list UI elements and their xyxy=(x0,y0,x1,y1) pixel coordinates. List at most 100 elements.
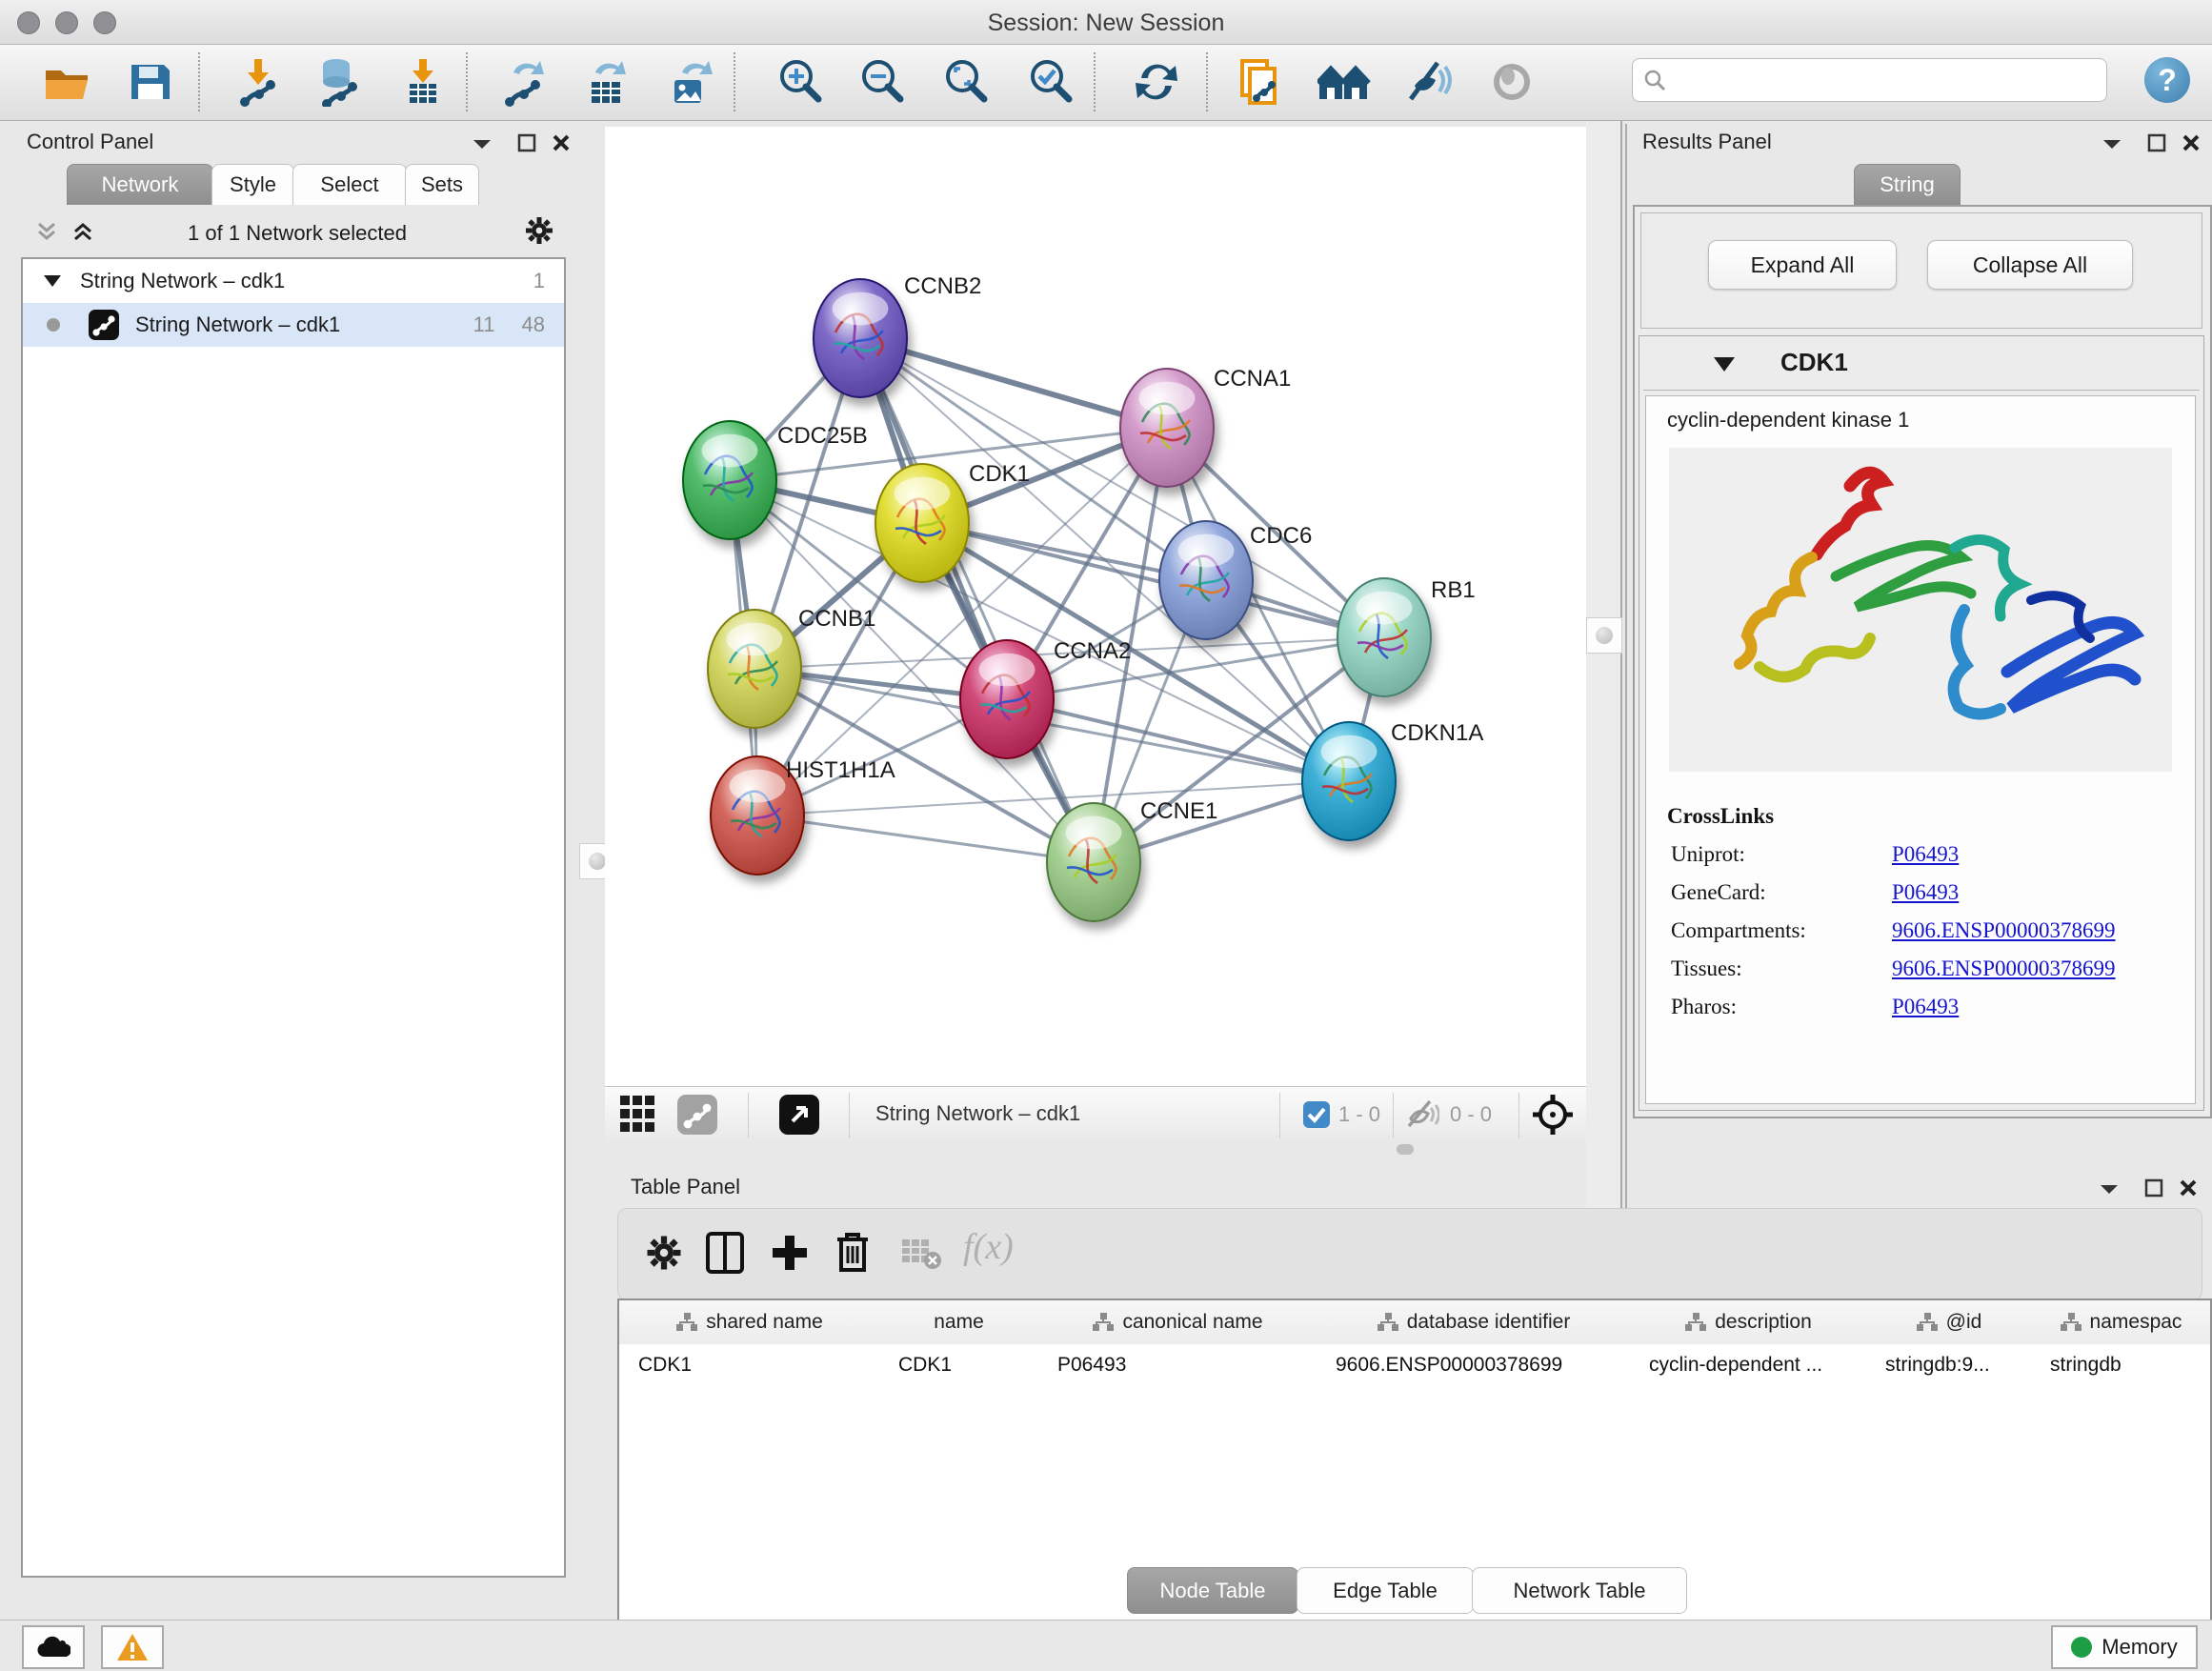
tab-string[interactable]: String xyxy=(1854,164,1961,205)
network-node-CCNB1[interactable] xyxy=(708,610,801,728)
network-node-CDC25B[interactable] xyxy=(683,421,776,539)
help-icon[interactable]: ? xyxy=(2144,57,2190,103)
tab-sets[interactable]: Sets xyxy=(405,164,479,205)
network-canvas[interactable]: CCNB2CCNA1CDC25BCDK1CDC6RB1CCNB1CCNA2CDK… xyxy=(605,127,1586,1086)
table-cell[interactable]: 9606.ENSP00000378699 xyxy=(1317,1344,1630,1386)
network-node-CCNA1[interactable] xyxy=(1120,369,1214,487)
network-node-CDC6[interactable] xyxy=(1159,521,1253,639)
table-cell[interactable]: cyclin-dependent ... xyxy=(1630,1344,1866,1386)
tab-network[interactable]: Network xyxy=(67,164,213,205)
network-node-CDKN1A[interactable] xyxy=(1302,722,1396,840)
export-image-icon[interactable] xyxy=(662,52,721,111)
crosslink-link[interactable]: P06493 xyxy=(1892,880,1959,905)
birdseye-view-icon[interactable] xyxy=(779,1095,819,1135)
collapse-all-button[interactable]: Collapse All xyxy=(1927,240,2133,290)
memory-status-icon xyxy=(2071,1637,2092,1658)
panel-float-icon[interactable] xyxy=(2147,133,2166,152)
tab-edge-table[interactable]: Edge Table xyxy=(1297,1567,1474,1614)
section-expander-icon[interactable] xyxy=(1714,357,1735,372)
collection-count: 1 xyxy=(533,269,545,293)
panel-close-icon[interactable] xyxy=(2179,1178,2198,1198)
network-view-toolbar: String Network – cdk1 1 - 0 0 - 0 xyxy=(605,1086,1586,1144)
clone-network-icon[interactable] xyxy=(1230,52,1289,111)
fit-selected-crosshair-icon[interactable] xyxy=(1531,1093,1575,1137)
create-column-icon[interactable] xyxy=(769,1232,811,1274)
column-header-database-identifier[interactable]: database identifier xyxy=(1317,1300,1631,1344)
zoom-fit-icon[interactable] xyxy=(936,52,995,111)
network-edge[interactable] xyxy=(757,815,1094,862)
share-network-icon[interactable] xyxy=(677,1095,717,1135)
table-cell[interactable]: stringdb:9... xyxy=(1866,1344,2031,1386)
crosslink-link[interactable]: P06493 xyxy=(1892,842,1959,867)
collapse-all-networks-icon[interactable] xyxy=(34,219,59,244)
zoom-out-icon[interactable] xyxy=(853,52,912,111)
network-row[interactable]: String Network – cdk1 11 48 xyxy=(23,303,564,347)
crosslink-link[interactable]: 9606.ENSP00000378699 xyxy=(1892,956,2116,981)
panel-float-icon[interactable] xyxy=(517,133,536,152)
network-node-CCNE1[interactable] xyxy=(1047,803,1140,921)
network-options-gear-icon[interactable] xyxy=(524,215,554,246)
export-table-icon[interactable] xyxy=(577,52,636,111)
column-header-description[interactable]: description xyxy=(1630,1300,1867,1344)
crosslinks-heading: CrossLinks xyxy=(1667,804,2195,829)
crosslink-link[interactable]: 9606.ENSP00000378699 xyxy=(1892,918,2116,943)
hidden-eye-slash-icon[interactable] xyxy=(1405,1099,1439,1130)
column-header-id[interactable]: @id xyxy=(1866,1300,2032,1344)
network-overview-icon[interactable] xyxy=(1315,52,1374,111)
panel-menu-icon[interactable] xyxy=(2101,137,2122,151)
import-table-file-icon[interactable] xyxy=(393,52,452,111)
export-network-icon[interactable] xyxy=(495,52,554,111)
control-panel: Control Panel Network Style Select Sets … xyxy=(11,124,588,1580)
network-node-RB1[interactable] xyxy=(1337,578,1431,696)
panel-close-icon[interactable] xyxy=(552,133,571,152)
cloud-icon[interactable] xyxy=(22,1625,85,1669)
network-edge[interactable] xyxy=(922,523,1384,637)
network-node-CDK1[interactable] xyxy=(875,464,969,582)
import-network-database-icon[interactable] xyxy=(309,52,368,111)
column-header-shared-name[interactable]: shared name xyxy=(619,1300,880,1344)
grid-view-icon[interactable] xyxy=(620,1096,664,1134)
tab-select[interactable]: Select xyxy=(292,164,407,205)
import-network-file-icon[interactable] xyxy=(229,52,288,111)
crosslink-link[interactable]: P06493 xyxy=(1892,995,1959,1019)
delete-column-icon[interactable] xyxy=(834,1230,872,1274)
hide-graphics-details-icon[interactable] xyxy=(1398,52,1458,111)
tab-style[interactable]: Style xyxy=(211,164,294,205)
search-input[interactable] xyxy=(1667,67,2097,93)
apply-layout-icon[interactable] xyxy=(1127,52,1186,111)
network-node-CCNB2[interactable] xyxy=(814,279,907,397)
table-cell[interactable]: stringdb xyxy=(2031,1344,2210,1386)
delete-table-icon[interactable] xyxy=(900,1238,942,1270)
collection-expander-icon[interactable] xyxy=(44,275,61,287)
table-cell[interactable]: CDK1 xyxy=(879,1344,1038,1386)
column-header-namespace[interactable]: namespac xyxy=(2031,1300,2210,1344)
column-header-name[interactable]: name xyxy=(879,1300,1039,1344)
zoom-in-icon[interactable] xyxy=(771,52,830,111)
memory-button[interactable]: Memory xyxy=(2051,1625,2198,1669)
panel-menu-icon[interactable] xyxy=(2099,1182,2120,1196)
expand-all-button[interactable]: Expand All xyxy=(1708,240,1897,290)
function-builder-icon[interactable]: f(x) xyxy=(963,1226,1014,1268)
show-graphics-details-icon[interactable] xyxy=(1482,52,1541,111)
network-collection-row[interactable]: String Network – cdk1 1 xyxy=(23,259,564,303)
expand-all-networks-icon[interactable] xyxy=(70,219,95,244)
column-header-canonical-name[interactable]: canonical name xyxy=(1038,1300,1317,1344)
zoom-selected-icon[interactable] xyxy=(1021,52,1080,111)
warning-icon[interactable] xyxy=(101,1625,164,1669)
horizontal-splitter-handle[interactable] xyxy=(1397,1144,1414,1155)
network-node-CCNA2[interactable] xyxy=(960,640,1054,758)
right-splitter-handle[interactable] xyxy=(1586,617,1622,654)
selected-checkbox-icon[interactable] xyxy=(1303,1101,1330,1128)
panel-float-icon[interactable] xyxy=(2144,1178,2163,1198)
tab-network-table[interactable]: Network Table xyxy=(1472,1567,1687,1614)
save-session-icon[interactable] xyxy=(121,52,180,111)
panel-close-icon[interactable] xyxy=(2182,133,2201,152)
tab-node-table[interactable]: Node Table xyxy=(1127,1567,1298,1614)
open-session-icon[interactable] xyxy=(37,52,96,111)
panel-menu-icon[interactable] xyxy=(472,137,493,151)
table-cell[interactable]: CDK1 xyxy=(619,1344,879,1386)
table-cell[interactable]: P06493 xyxy=(1038,1344,1317,1386)
toggle-panel-columns-icon[interactable] xyxy=(706,1232,744,1274)
crosslink-row: Uniprot: P06493 xyxy=(1671,842,2195,867)
table-settings-gear-icon[interactable] xyxy=(645,1234,683,1272)
